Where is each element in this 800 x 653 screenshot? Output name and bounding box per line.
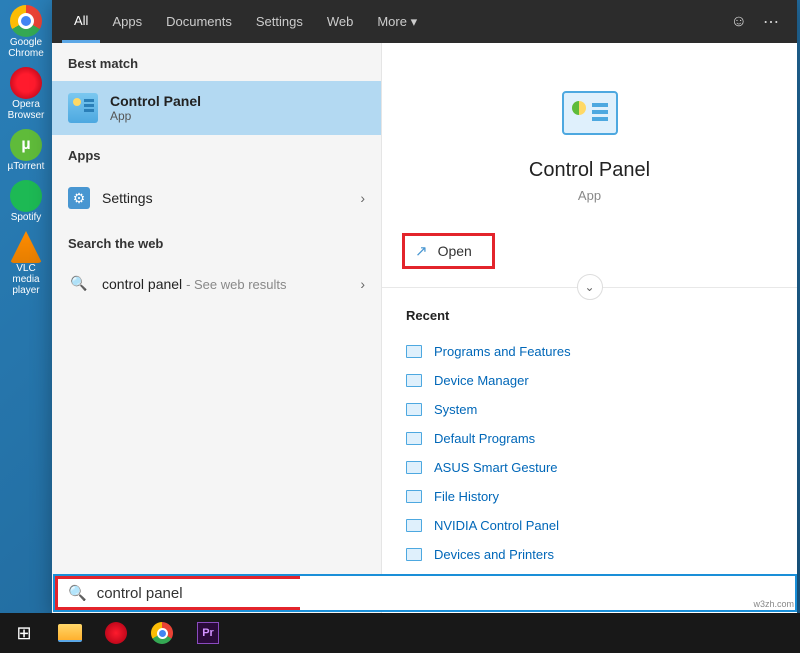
cpl-icon bbox=[406, 403, 422, 416]
desktop-icon-label: Opera Browser bbox=[5, 99, 47, 121]
search-body: Best match Control Panel App Apps ⚙ Sett… bbox=[52, 43, 797, 613]
desktop-icon-label: Google Chrome bbox=[5, 37, 47, 59]
recent-item[interactable]: NVIDIA Control Panel bbox=[406, 511, 773, 540]
cpl-icon bbox=[406, 345, 422, 358]
apps-header: Apps bbox=[52, 135, 381, 173]
tab-all[interactable]: All bbox=[62, 0, 100, 43]
chrome-icon bbox=[151, 622, 173, 644]
desktop-icon-label: VLC media player bbox=[5, 263, 47, 296]
cpl-icon bbox=[406, 519, 422, 532]
desktop-icon-label: Spotify bbox=[11, 212, 42, 223]
tab-apps[interactable]: Apps bbox=[100, 0, 154, 43]
folder-icon bbox=[58, 624, 82, 642]
premiere-icon: Pr bbox=[197, 622, 219, 644]
search-icon: 🔍 bbox=[68, 275, 90, 292]
search-tabs: All Apps Documents Settings Web More ▾ ☺… bbox=[52, 0, 797, 43]
more-options-icon[interactable]: ⋯ bbox=[755, 12, 787, 32]
tab-web[interactable]: Web bbox=[315, 0, 366, 43]
vlc-icon bbox=[10, 231, 42, 263]
best-match-header: Best match bbox=[52, 43, 381, 81]
cpl-icon bbox=[406, 548, 422, 561]
preview-actions: ↗ Open ⌄ bbox=[382, 211, 797, 288]
search-icon: 🔍 bbox=[58, 584, 97, 602]
result-label: control panel - See web results bbox=[102, 276, 348, 292]
tab-documents[interactable]: Documents bbox=[154, 0, 244, 43]
open-button[interactable]: ↗ Open bbox=[402, 233, 495, 269]
recent-item[interactable]: ASUS Smart Gesture bbox=[406, 453, 773, 482]
taskbar-premiere[interactable]: Pr bbox=[188, 615, 228, 651]
tab-more[interactable]: More ▾ bbox=[365, 0, 429, 43]
desktop-icon-chrome[interactable]: Google Chrome bbox=[5, 5, 47, 59]
recent-item[interactable]: Devices and Printers bbox=[406, 540, 773, 569]
best-match-item[interactable]: Control Panel App bbox=[52, 81, 381, 135]
tab-more-label: More bbox=[377, 14, 407, 29]
open-icon: ↗ bbox=[415, 242, 428, 260]
best-match-subtitle: App bbox=[110, 109, 201, 123]
results-preview: Control Panel App ↗ Open ⌄ Recent Progra… bbox=[382, 43, 797, 613]
chrome-icon bbox=[10, 5, 42, 37]
preview-subtitle: App bbox=[382, 188, 797, 203]
search-web-header: Search the web bbox=[52, 223, 381, 261]
spotify-icon bbox=[10, 180, 42, 212]
result-label: Settings bbox=[102, 190, 348, 206]
results-left: Best match Control Panel App Apps ⚙ Sett… bbox=[52, 43, 382, 613]
cpl-icon bbox=[406, 461, 422, 474]
start-button[interactable]: ⊞ bbox=[4, 615, 44, 651]
chevron-right-icon: › bbox=[360, 190, 365, 206]
desktop-icon-opera[interactable]: Opera Browser bbox=[5, 67, 47, 121]
opera-icon bbox=[10, 67, 42, 99]
expand-button[interactable]: ⌄ bbox=[577, 274, 603, 300]
chevron-down-icon: ▾ bbox=[411, 14, 418, 30]
preview-title: Control Panel bbox=[382, 159, 797, 182]
preview-header: Control Panel App bbox=[382, 43, 797, 203]
tab-settings[interactable]: Settings bbox=[244, 0, 315, 43]
cpl-icon bbox=[406, 490, 422, 503]
taskbar-opera[interactable] bbox=[96, 615, 136, 651]
desktop-icon-vlc[interactable]: VLC media player bbox=[5, 231, 47, 296]
result-settings[interactable]: ⚙ Settings › bbox=[52, 173, 381, 223]
search-input[interactable] bbox=[97, 585, 300, 602]
recent-item[interactable]: Device Manager bbox=[406, 366, 773, 395]
utorrent-icon: µ bbox=[10, 129, 42, 161]
search-highlight: 🔍 bbox=[55, 576, 300, 610]
open-label: Open bbox=[438, 243, 472, 259]
taskbar-chrome[interactable] bbox=[142, 615, 182, 651]
recent-item[interactable]: System bbox=[406, 395, 773, 424]
result-web-search[interactable]: 🔍 control panel - See web results › bbox=[52, 261, 381, 306]
taskbar-file-explorer[interactable] bbox=[50, 615, 90, 651]
desktop-icon-label: µTorrent bbox=[8, 161, 45, 172]
control-panel-icon bbox=[68, 93, 98, 123]
opera-icon bbox=[105, 622, 127, 644]
desktop-icon-spotify[interactable]: Spotify bbox=[5, 180, 47, 223]
windows-icon: ⊞ bbox=[16, 623, 31, 644]
recent-section: Recent Programs and Features Device Mana… bbox=[382, 288, 797, 589]
gear-icon: ⚙ bbox=[68, 187, 90, 209]
search-panel: All Apps Documents Settings Web More ▾ ☺… bbox=[52, 0, 797, 613]
chevron-right-icon: › bbox=[360, 276, 365, 292]
cpl-icon bbox=[406, 374, 422, 387]
recent-item[interactable]: Default Programs bbox=[406, 424, 773, 453]
recent-header: Recent bbox=[406, 308, 773, 323]
search-box[interactable]: 🔍 bbox=[53, 574, 797, 612]
taskbar: ⊞ Pr bbox=[0, 613, 800, 653]
desktop-icons: Google Chrome Opera Browser µµTorrent Sp… bbox=[5, 5, 47, 296]
cpl-icon bbox=[406, 432, 422, 445]
desktop-icon-utorrent[interactable]: µµTorrent bbox=[5, 129, 47, 172]
control-panel-icon bbox=[562, 91, 618, 135]
recent-item[interactable]: File History bbox=[406, 482, 773, 511]
watermark: w3zh.com bbox=[753, 599, 794, 609]
recent-item[interactable]: Programs and Features bbox=[406, 337, 773, 366]
feedback-icon[interactable]: ☺ bbox=[723, 13, 755, 31]
best-match-title: Control Panel bbox=[110, 93, 201, 109]
